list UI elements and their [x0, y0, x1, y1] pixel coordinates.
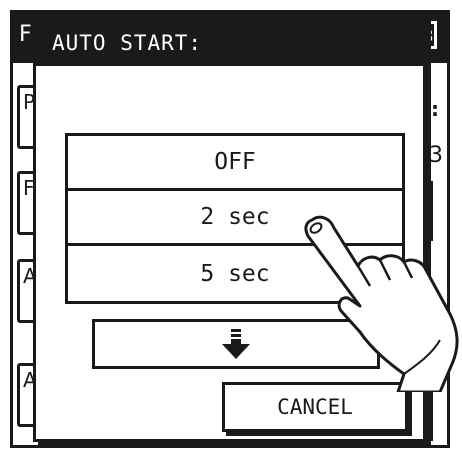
option-off[interactable]: OFF [68, 136, 402, 191]
arrow-down-icon [222, 329, 250, 359]
dialog-title-bar: AUTO START: [36, 20, 423, 66]
background-title-text: F [19, 22, 32, 47]
background-colon: : [431, 97, 439, 121]
background-value-text: 3 [429, 143, 443, 168]
pointing-hand-icon [304, 215, 459, 392]
dialog-title: AUTO START: [52, 31, 203, 55]
